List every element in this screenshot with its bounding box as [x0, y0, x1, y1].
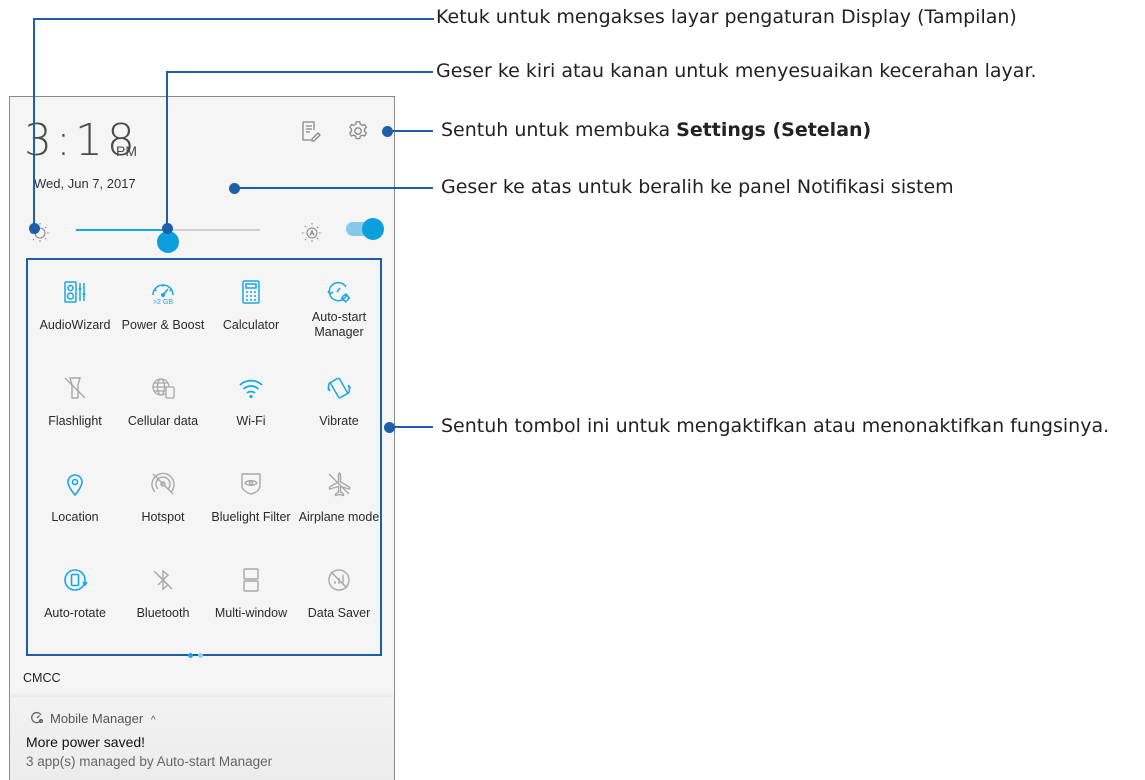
- page-dot: [198, 653, 203, 658]
- flashlight-icon: [61, 374, 89, 402]
- tile-label: Auto-start Manager: [311, 310, 367, 339]
- callout-line-settings: [387, 130, 433, 132]
- quick-settings-grid: AudioWizard >2 GB Power & Boost Calculat…: [26, 258, 382, 656]
- notification-header: Mobile Manager ^: [30, 711, 156, 726]
- callout-swipe: Geser ke atas untuk beralih ke panel Not…: [441, 176, 954, 198]
- location-icon: [61, 470, 89, 498]
- brightness-row: [10, 217, 394, 253]
- auto-rotate-icon: [61, 566, 89, 594]
- tile-vibrate[interactable]: Vibrate: [292, 356, 386, 452]
- callout-brightness: Geser ke kiri atau kanan untuk menyesuai…: [436, 60, 1037, 82]
- tile-calculator[interactable]: Calculator: [204, 260, 298, 356]
- callout-settings-bold: Settings (Setelan): [676, 119, 872, 141]
- tile-cellular-data[interactable]: Cellular data: [116, 356, 210, 452]
- chevron-up-icon[interactable]: ^: [151, 715, 156, 726]
- tile-wifi[interactable]: Wi-Fi: [204, 356, 298, 452]
- hotspot-icon: [149, 470, 177, 498]
- callout-dot-brightness: [161, 222, 173, 234]
- tile-flashlight[interactable]: Flashlight: [28, 356, 122, 452]
- callout-line-display-v: [33, 18, 35, 228]
- tile-hotspot[interactable]: Hotspot: [116, 452, 210, 548]
- callout-settings: Sentuh untuk membuka Settings (Setelan): [441, 119, 871, 141]
- tile-airplane-mode[interactable]: Airplane mode: [292, 452, 386, 548]
- quick-settings-panel: 3:18 PM Wed, Jun 7, 2017 AudioWizard >2 …: [9, 96, 395, 780]
- vibrate-icon: [325, 374, 353, 402]
- tile-power-boost[interactable]: >2 GB Power & Boost: [116, 260, 210, 356]
- callout-line-display: [34, 18, 434, 20]
- power-boost-sub: >2 GB: [152, 299, 174, 306]
- audiowizard-icon: [61, 278, 89, 306]
- edit-notes-icon[interactable]: [298, 119, 322, 143]
- wifi-icon: [237, 374, 265, 402]
- callout-line-brightness-v: [166, 71, 168, 228]
- callout-line-brightness: [167, 71, 433, 73]
- bluetooth-icon: [149, 566, 177, 594]
- notification-app: Mobile Manager: [50, 711, 144, 726]
- autostart-manager-icon: [325, 278, 353, 306]
- calculator-icon: [237, 278, 265, 306]
- callout-dot-toggle: [383, 421, 395, 433]
- bluelight-filter-icon: [237, 470, 265, 498]
- tile-auto-rotate[interactable]: Auto-rotate: [28, 548, 122, 644]
- tile-bluelight-filter[interactable]: Bluelight Filter: [204, 452, 298, 548]
- notification-title: More power saved!: [26, 734, 146, 750]
- brightness-slider-thumb[interactable]: [157, 231, 179, 253]
- notification-text: 3 app(s) managed by Auto-start Manager: [26, 754, 273, 769]
- page-dot-active: [188, 653, 193, 658]
- callout-line-toggle: [389, 426, 433, 428]
- auto-brightness-icon[interactable]: [300, 221, 324, 245]
- date-label: Wed, Jun 7, 2017: [34, 176, 136, 191]
- airplane-icon: [325, 470, 353, 498]
- data-saver-icon: [325, 566, 353, 594]
- auto-brightness-toggle[interactable]: [346, 218, 384, 240]
- carrier-label: CMCC: [23, 671, 61, 685]
- tile-label: Data Saver: [307, 606, 371, 620]
- tile-audiowizard[interactable]: AudioWizard: [28, 260, 122, 356]
- callout-dot-display: [28, 222, 40, 234]
- clock-ampm: PM: [116, 143, 137, 159]
- callout-toggle: Sentuh tombol ini untuk mengaktifkan ata…: [441, 415, 1110, 437]
- tile-multi-window[interactable]: Multi-window: [204, 548, 298, 644]
- tile-autostart-manager[interactable]: Auto-start Manager: [292, 260, 386, 356]
- auto-brightness-toggle-knob: [362, 218, 384, 240]
- callout-dot-swipe: [228, 182, 240, 194]
- settings-gear-icon[interactable]: [346, 119, 370, 143]
- mobile-manager-icon: [30, 711, 44, 725]
- multi-window-icon: [237, 566, 265, 594]
- brightness-slider-fill: [76, 229, 168, 231]
- cellular-data-icon: [149, 374, 177, 402]
- tile-label: Vibrate: [319, 414, 359, 428]
- callout-dot-settings: [381, 125, 393, 137]
- tile-label: Airplane mode: [298, 510, 380, 524]
- callout-settings-text: Sentuh untuk membuka: [441, 119, 677, 141]
- tile-bluetooth[interactable]: Bluetooth: [116, 548, 210, 644]
- tile-data-saver[interactable]: Data Saver: [292, 548, 386, 644]
- callout-display: Ketuk untuk mengakses layar pengaturan D…: [436, 6, 1017, 28]
- callout-line-swipe: [234, 187, 433, 189]
- tile-location[interactable]: Location: [28, 452, 122, 548]
- notification-card[interactable]: Mobile Manager ^ More power saved! 3 app…: [10, 697, 394, 780]
